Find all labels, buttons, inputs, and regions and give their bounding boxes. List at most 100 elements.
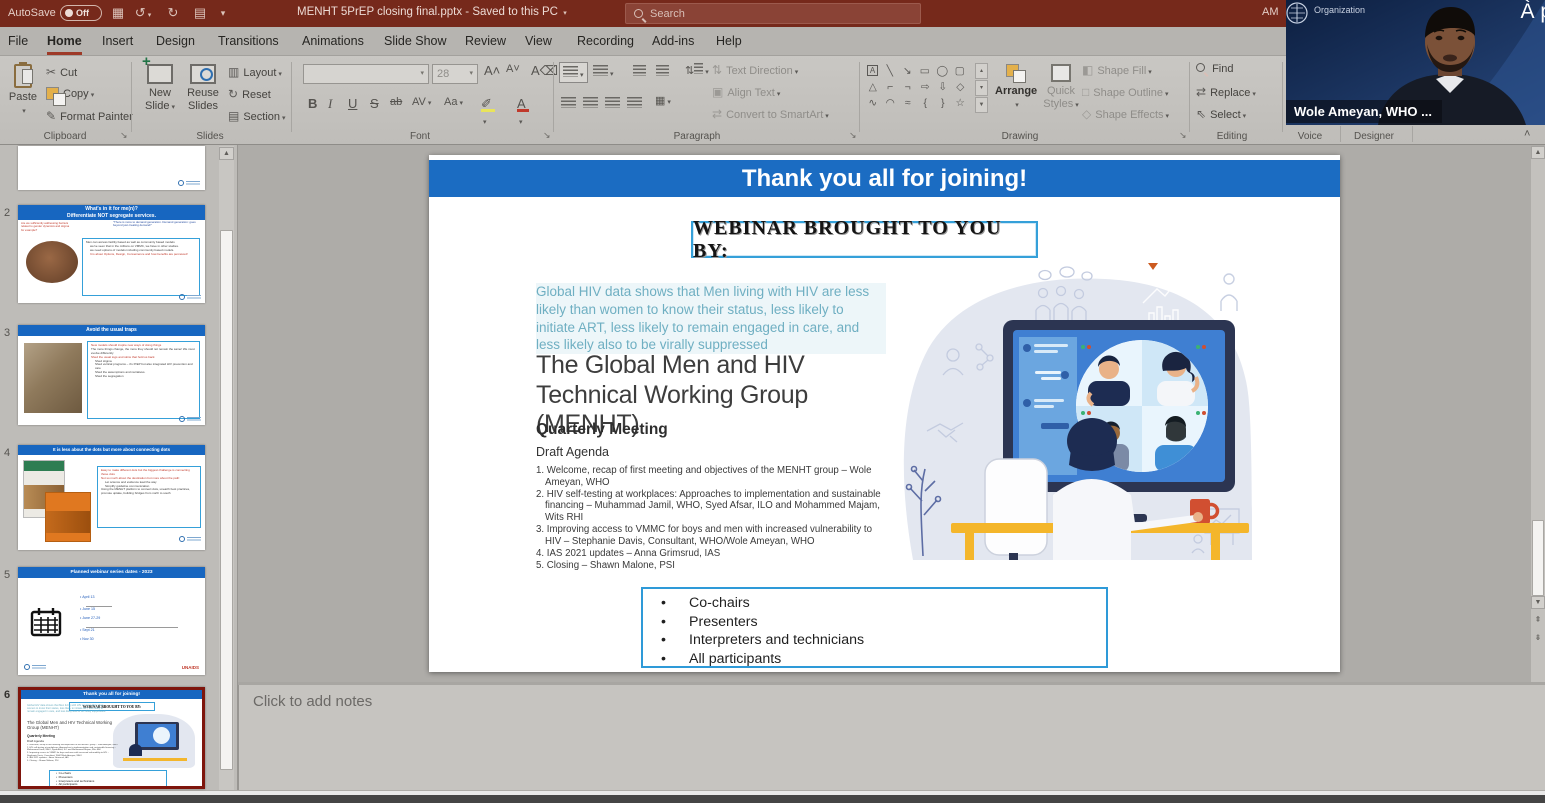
tab-file[interactable]: File: [8, 27, 28, 55]
paste-button[interactable]: Paste▾: [2, 62, 44, 118]
shape-right-brace-icon[interactable]: }: [934, 95, 952, 111]
justify-button[interactable]: [627, 96, 642, 111]
shape-outline-button[interactable]: □Shape Outline▾: [1082, 85, 1168, 99]
reset-button[interactable]: ↻Reset: [228, 87, 271, 101]
undo-icon[interactable]: ↺▾: [133, 4, 153, 25]
scroll-down-icon[interactable]: ▼: [1531, 596, 1545, 609]
user-initials-badge[interactable]: AM: [1262, 6, 1279, 18]
start-presentation-icon[interactable]: ▤: [190, 4, 210, 22]
slide-thumbnail-2[interactable]: What's in it for me(n)? Differentiate NO…: [18, 205, 205, 303]
strikethrough-button[interactable]: S: [370, 96, 379, 111]
clear-formatting-button[interactable]: A⌫: [531, 63, 558, 79]
replace-button[interactable]: ⇄Replace▾: [1196, 85, 1256, 99]
select-button[interactable]: ⇖Select▾: [1196, 107, 1246, 121]
align-center-button[interactable]: [583, 96, 598, 111]
notes-pane[interactable]: Click to add notes: [238, 685, 1545, 790]
main-scrollbar[interactable]: ▲ ▼ ⇞ ⇟: [1531, 146, 1545, 682]
shape-pentagon-icon[interactable]: ◇: [952, 79, 970, 95]
align-left-button[interactable]: [561, 96, 576, 111]
webcam-overlay[interactable]: Organization À pr Wole Ameyan, WHO ...: [1286, 0, 1545, 125]
tab-review[interactable]: Review: [465, 27, 506, 55]
tab-slide-show[interactable]: Slide Show: [384, 27, 447, 55]
tab-design[interactable]: Design: [156, 27, 195, 55]
search-input[interactable]: [650, 8, 890, 20]
numbering-button[interactable]: ▾: [593, 64, 614, 79]
clipboard-dialog-launcher-icon[interactable]: ↘: [120, 130, 128, 141]
character-spacing-button[interactable]: AV▾: [412, 96, 431, 108]
shape-elbow-connector-icon[interactable]: ⌐: [882, 79, 900, 95]
tab-recording[interactable]: Recording: [577, 27, 634, 55]
shapes-gallery[interactable]: A ╲ ↘ ▭ ◯ ▢ △ ⌐ ¬ ⇨ ⇩ ◇ ∿ ◠ ≈ { } ☆: [864, 63, 972, 111]
shapes-gallery-up-icon[interactable]: ▴: [975, 63, 988, 79]
shape-triangle-icon[interactable]: △: [864, 79, 882, 95]
convert-smartart-button[interactable]: ⇄Convert to SmartArt▾: [712, 107, 829, 121]
tab-home[interactable]: Home: [47, 27, 82, 55]
redo-icon[interactable]: ↻: [163, 4, 183, 22]
slide-thumbnail-5[interactable]: Planned webinar series dates - 2023 • Ap…: [18, 567, 205, 675]
shape-elbow-arrow-icon[interactable]: ¬: [899, 79, 917, 95]
slide-intro-text[interactable]: Global HIV data shows that Men living wi…: [536, 283, 886, 354]
thumbnail-scrollbar-thumb[interactable]: [220, 230, 233, 770]
tab-view[interactable]: View: [525, 27, 552, 55]
reuse-slides-button[interactable]: ReuseSlides: [182, 62, 224, 113]
tab-animations[interactable]: Animations: [302, 27, 364, 55]
font-name-combo[interactable]: ▾: [303, 64, 429, 84]
slide-thumbnail-1[interactable]: [18, 146, 205, 190]
next-slide-icon[interactable]: ⇟: [1531, 632, 1545, 645]
quick-styles-button[interactable]: QuickStyles▾: [1040, 62, 1082, 112]
bold-button[interactable]: B: [308, 96, 317, 111]
shape-star-icon[interactable]: ☆: [952, 95, 970, 111]
thanks-list-box[interactable]: •Co-chairs •Presenters •Interpreters and…: [641, 587, 1108, 668]
section-button[interactable]: ▤Section▾: [228, 109, 286, 123]
increase-indent-button[interactable]: [656, 64, 669, 79]
strikethrough-ab-button[interactable]: ab: [390, 96, 402, 108]
align-right-button[interactable]: [605, 96, 620, 111]
paragraph-dialog-launcher-icon[interactable]: ↘: [849, 130, 857, 141]
notes-placeholder[interactable]: Click to add notes: [253, 693, 372, 710]
shape-arc-icon[interactable]: ◠: [882, 95, 900, 111]
shape-right-arrow-icon[interactable]: ⇨: [917, 79, 935, 95]
cut-button[interactable]: ✂Cut: [46, 65, 77, 79]
text-highlight-button[interactable]: ✐▾: [481, 96, 495, 127]
tab-add-ins[interactable]: Add-ins: [652, 27, 694, 55]
copy-button[interactable]: Copy▾: [46, 87, 94, 100]
collapse-ribbon-icon[interactable]: ˄: [1524, 128, 1530, 140]
shape-down-arrow-icon[interactable]: ⇩: [934, 79, 952, 95]
find-button[interactable]: Find: [1196, 63, 1233, 75]
shape-arrow-icon[interactable]: ↘: [899, 63, 917, 79]
tab-insert[interactable]: Insert: [102, 27, 133, 55]
scroll-up-icon[interactable]: ▲: [1531, 146, 1545, 159]
new-slide-button[interactable]: NewSlide▾: [139, 62, 181, 114]
shape-fill-button[interactable]: ◧Shape Fill▾: [1082, 63, 1152, 77]
arrange-button[interactable]: Arrange▾: [995, 62, 1037, 112]
underline-button[interactable]: U: [348, 96, 357, 111]
main-scrollbar-thumb[interactable]: [1532, 520, 1544, 596]
shapes-gallery-down-icon[interactable]: ▾: [975, 80, 988, 96]
shape-effects-button[interactable]: ◇Shape Effects▾: [1082, 107, 1169, 121]
slide-title[interactable]: Thank you all for joining!: [429, 160, 1340, 197]
slide-thumbnail-3[interactable]: Avoid the usual traps New models should …: [18, 325, 205, 425]
decrease-font-size-button[interactable]: A˅: [506, 63, 520, 75]
change-case-button[interactable]: Aa▾: [444, 96, 463, 108]
shape-textbox-icon[interactable]: A: [867, 65, 878, 76]
shapes-gallery-more-icon[interactable]: ▼: [975, 97, 988, 113]
slide-thumbnail-4[interactable]: It is less about the dots but more about…: [18, 445, 205, 550]
autosave-toggle[interactable]: Off: [60, 5, 102, 21]
slide-subheading[interactable]: Quarterly Meeting: [536, 421, 668, 439]
quick-access-toolbar-more-icon[interactable]: ▾: [213, 4, 233, 22]
shape-curve-icon[interactable]: ≈: [899, 95, 917, 111]
shape-scribble-icon[interactable]: ∿: [864, 95, 882, 111]
decrease-indent-button[interactable]: [633, 64, 646, 79]
italic-button[interactable]: I: [328, 96, 332, 112]
document-title-caret-icon[interactable]: ▾: [563, 10, 567, 17]
tab-help[interactable]: Help: [716, 27, 742, 55]
format-painter-button[interactable]: ✎Format Painter: [46, 109, 133, 123]
shape-line-icon[interactable]: ╲: [881, 63, 899, 79]
shape-rounded-rectangle-icon[interactable]: ▢: [951, 63, 969, 79]
increase-font-size-button[interactable]: A˄: [484, 63, 500, 78]
webinar-banner-box[interactable]: Webinar brought to you by:: [691, 221, 1038, 258]
text-direction-button[interactable]: ⇅Text Direction▾: [712, 63, 798, 77]
thumbnail-panel-scrollbar[interactable]: ▲: [219, 146, 234, 790]
slide-canvas[interactable]: Thank you all for joining! Webinar broug…: [429, 155, 1340, 672]
previous-slide-icon[interactable]: ⇞: [1531, 614, 1545, 627]
